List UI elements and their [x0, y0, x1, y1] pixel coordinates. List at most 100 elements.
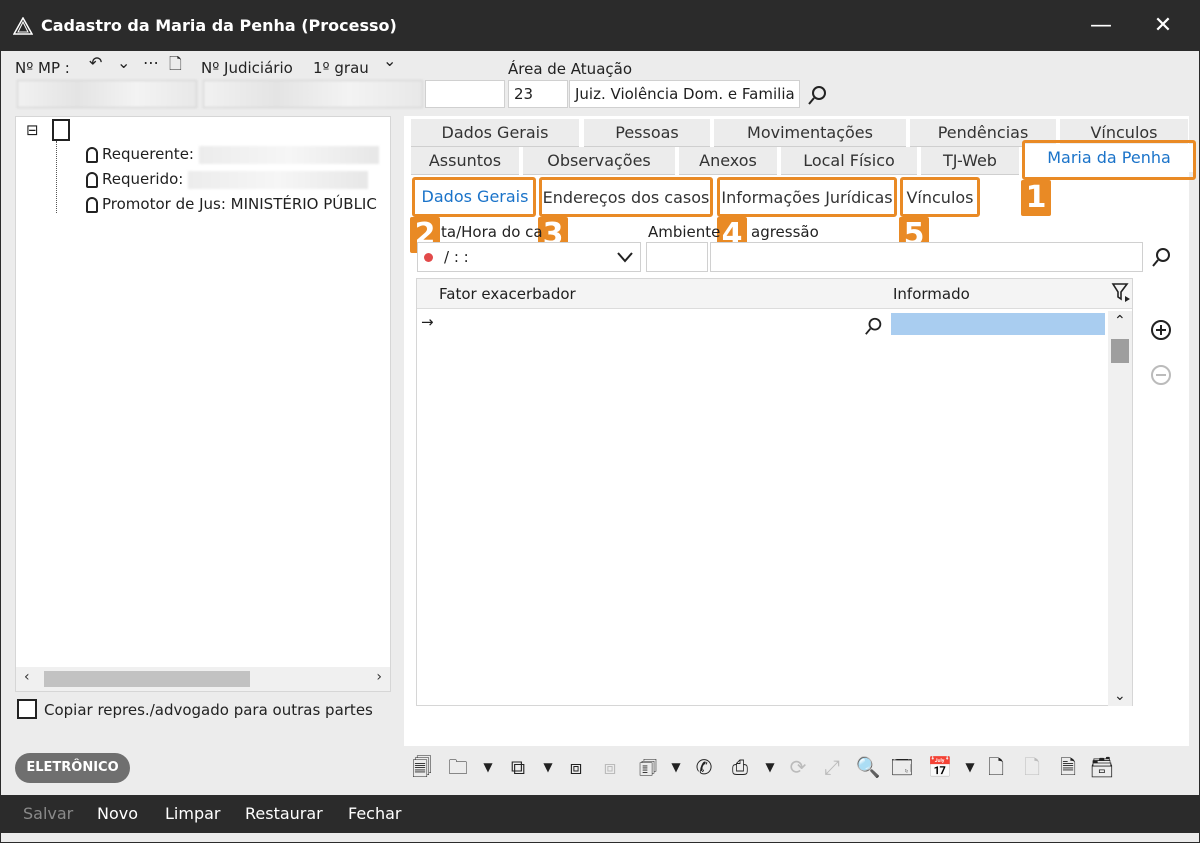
area-code-field[interactable]: 23	[508, 80, 568, 108]
tab-anexos[interactable]: Anexos	[679, 147, 777, 175]
main-window: Cadastro da Maria da Penha (Processo) — …	[0, 0, 1200, 843]
datahora-dropdown-icon[interactable]	[616, 249, 634, 265]
archive-icon[interactable]: 🗃	[1089, 753, 1115, 781]
tree-item-requerente[interactable]: Requerente:	[86, 145, 379, 164]
document-icon[interactable]: 🗋	[169, 53, 182, 80]
tab-tj-web[interactable]: TJ-Web	[921, 147, 1019, 175]
copy-representative-checkbox[interactable]	[17, 699, 37, 719]
mp-number-field[interactable]	[17, 80, 197, 108]
copy-documents-icon[interactable]: 🗊	[635, 753, 661, 781]
print-icon[interactable]: ⎙	[727, 753, 753, 781]
person-icon	[86, 146, 98, 163]
copy-dropdown-icon[interactable]: ▼	[663, 753, 689, 781]
judiciario-number-field[interactable]	[203, 80, 423, 108]
grid-header: Fator exacerbador Informado	[417, 279, 1132, 309]
print-dropdown-icon[interactable]: ▼	[757, 753, 783, 781]
copy-representative-label: Copiar repres./advogado para outras part…	[44, 701, 373, 719]
novo-button[interactable]: Novo	[97, 804, 138, 823]
ambiente-desc-field[interactable]	[710, 242, 1143, 272]
hierarchy-dropdown-icon[interactable]: ▼	[535, 753, 561, 781]
process-node-icon[interactable]	[52, 119, 70, 141]
scroll-up-icon[interactable]: ⌃	[1114, 313, 1126, 329]
refresh-icon: ⟳	[789, 755, 807, 779]
grid-search-icon[interactable]	[864, 316, 884, 336]
callout-box-5	[900, 177, 980, 217]
salvar-button[interactable]: Salvar	[23, 804, 73, 823]
folder-dropdown-icon[interactable]: ▼	[475, 753, 501, 781]
calendar-icon[interactable]: 📅	[927, 753, 953, 781]
folder-icon[interactable]: 🗀	[445, 753, 471, 781]
tree-item-requerido[interactable]: Requerido:	[86, 170, 369, 189]
undo-icon[interactable]: ↶	[89, 53, 102, 72]
parties-tree: ⊟ Requerente: Requerido: Promotor de Jus…	[15, 116, 391, 692]
footer-bar: Salvar Novo Limpar Restaurar Fechar	[1, 795, 1199, 833]
search-document-icon[interactable]: 🔍	[855, 753, 881, 781]
phone-icon[interactable]: ✆	[691, 753, 717, 781]
column-header-informado[interactable]: Informado	[893, 285, 970, 303]
area-name-field[interactable]: Juiz. Violência Dom. e Familia	[569, 80, 800, 108]
add-document-icon[interactable]: 🗎	[1055, 753, 1081, 781]
remove-row-icon[interactable]	[1150, 364, 1172, 386]
ambiente-label: Ambiente	[648, 223, 721, 241]
area-label: Área de Atuação	[508, 60, 632, 78]
tab-movimentacoes[interactable]: Movimentações	[714, 119, 906, 147]
tree-item-promotor[interactable]: Promotor de Jus: MINISTÉRIO PÚBLIC	[86, 195, 377, 213]
calendar-dropdown-icon[interactable]: ▼	[957, 753, 983, 781]
tree-collapse-icon[interactable]: ⊟	[26, 121, 39, 139]
tab-local-fisico[interactable]: Local Físico	[781, 147, 917, 175]
tab-assuntos[interactable]: Assuntos	[411, 147, 519, 175]
scroll-down-icon[interactable]: ⌄	[1114, 688, 1126, 704]
scrollbar-thumb[interactable]	[1111, 339, 1129, 363]
area-name-value: Juiz. Violência Dom. e Familia	[575, 85, 795, 103]
tree-horizontal-scrollbar[interactable]: ‹ ›	[16, 667, 390, 691]
datahora-field[interactable]: / : :	[417, 242, 641, 272]
scroll-left-icon[interactable]: ‹	[24, 669, 30, 685]
document-a-icon[interactable]: 🗋	[983, 753, 1009, 781]
expand-icon: ⤢	[824, 755, 840, 779]
area-code-value: 23	[514, 85, 534, 103]
fechar-button[interactable]: Fechar	[348, 804, 402, 823]
card-icon[interactable]: 🗔	[889, 753, 915, 781]
eletronico-badge: ELETRÔNICO	[15, 753, 130, 783]
ambiente-code-field[interactable]	[646, 242, 708, 272]
minimize-button[interactable]: —	[1081, 11, 1121, 41]
grid-vertical-scrollbar[interactable]: ⌃ ⌄	[1108, 311, 1132, 706]
callout-number-1: 1	[1021, 180, 1051, 216]
new-document-icon[interactable]: 🗐	[409, 753, 435, 781]
tab-dados-gerais[interactable]: Dados Gerais	[411, 119, 579, 147]
app-logo-icon	[13, 17, 33, 35]
redacted-name	[198, 145, 379, 164]
chevron-down-icon[interactable]: ⌄	[117, 53, 130, 72]
ambiente-search-icon[interactable]	[1151, 246, 1173, 268]
link-nodes-icon[interactable]: ⧈	[563, 753, 589, 781]
agressao-label: agressão	[751, 223, 819, 241]
person-icon	[86, 171, 98, 188]
callout-box-4	[717, 177, 897, 217]
hierarchy-icon[interactable]: ⧉	[505, 753, 531, 781]
tab-observacoes[interactable]: Observações	[523, 147, 675, 175]
column-header-fator[interactable]: Fator exacerbador	[439, 285, 576, 303]
grau-field[interactable]	[425, 80, 505, 108]
fator-exacerbador-grid: Fator exacerbador Informado → ⌃ ⌄	[416, 278, 1133, 706]
restaurar-button[interactable]: Restaurar	[245, 804, 323, 823]
limpar-button[interactable]: Limpar	[165, 804, 220, 823]
title-bar: Cadastro da Maria da Penha (Processo) — …	[1, 1, 1200, 51]
datahora-label: ta/Hora do ca	[441, 223, 543, 241]
scrollbar-thumb[interactable]	[44, 671, 250, 687]
filter-icon[interactable]	[1111, 282, 1131, 302]
row-indicator-icon: →	[421, 313, 434, 331]
more-icon[interactable]: ⋯	[143, 53, 159, 72]
close-button[interactable]: ✕	[1143, 11, 1183, 41]
tab-pessoas[interactable]: Pessoas	[584, 119, 710, 147]
grau-dropdown-icon[interactable]: ⌄	[383, 51, 396, 70]
unlink-nodes-icon: ⧈	[603, 755, 617, 779]
scroll-right-icon[interactable]: ›	[376, 669, 382, 685]
datahora-value: / : :	[444, 248, 469, 266]
add-row-icon[interactable]	[1150, 319, 1172, 341]
area-search-icon[interactable]	[807, 84, 829, 106]
bottom-toolbar: 🗐 🗀 ▼ ⧉ ▼ ⧈ ⧈ 🗊 ▼ ✆ ⎙ ▼ ⟳ ⤢ 🔍 🗔 📅 ▼ 🗋 🗋 …	[409, 753, 1129, 785]
informado-cell[interactable]	[891, 313, 1105, 335]
grau-label: 1º grau	[313, 59, 369, 77]
window-title: Cadastro da Maria da Penha (Processo)	[41, 16, 397, 35]
tree-item-label: Requerido:	[102, 170, 184, 188]
